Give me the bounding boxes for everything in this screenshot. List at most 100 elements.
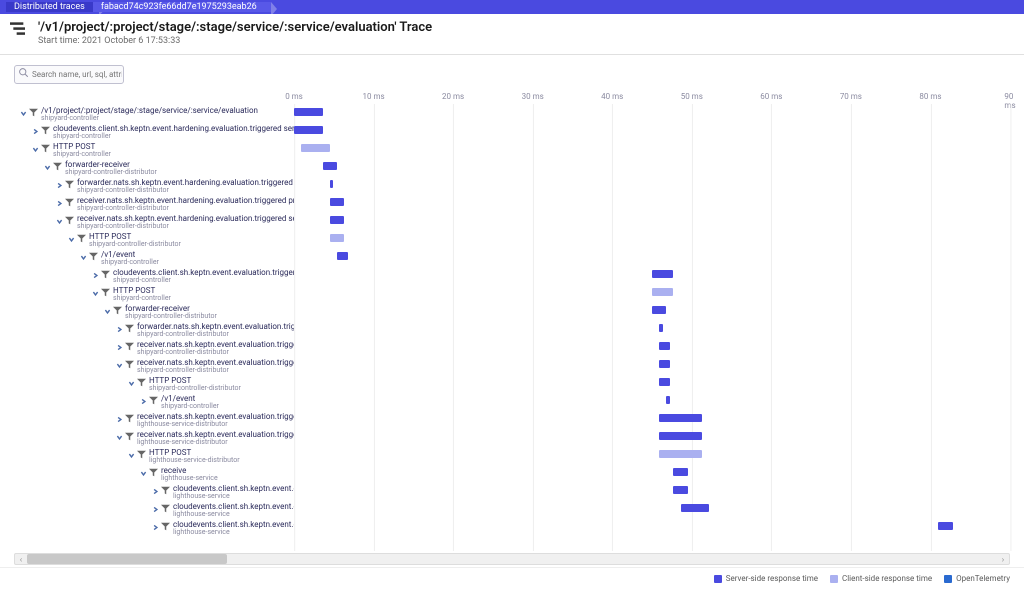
filter-icon[interactable] bbox=[161, 504, 170, 513]
timing-bar[interactable] bbox=[337, 252, 348, 260]
chevron-down-icon[interactable] bbox=[128, 451, 135, 458]
trace-row[interactable]: forwarder.nats.sh.keptn.event.hardening.… bbox=[14, 178, 294, 196]
chevron-down-icon[interactable] bbox=[104, 307, 111, 314]
timing-bar[interactable] bbox=[301, 144, 330, 152]
filter-icon[interactable] bbox=[137, 450, 146, 459]
timing-bar[interactable] bbox=[330, 180, 334, 188]
timing-bar[interactable] bbox=[659, 342, 670, 350]
timing-bar[interactable] bbox=[659, 432, 702, 440]
filter-icon[interactable] bbox=[137, 378, 146, 387]
trace-row[interactable]: HTTP POST lighthouse-service-distributor bbox=[14, 448, 294, 466]
timing-bar[interactable] bbox=[330, 198, 344, 206]
breadcrumb-root[interactable]: Distributed traces bbox=[6, 2, 99, 12]
trace-row[interactable]: cloudevents.client.sh.keptn.event.harden… bbox=[14, 124, 294, 142]
trace-row[interactable]: forwarder-receiver shipyard-controller-d… bbox=[14, 304, 294, 322]
filter-icon[interactable] bbox=[101, 288, 110, 297]
filter-icon[interactable] bbox=[161, 522, 170, 531]
filter-icon[interactable] bbox=[29, 108, 38, 117]
timing-bar[interactable] bbox=[659, 414, 702, 422]
timing-bar[interactable] bbox=[294, 126, 323, 134]
timing-bar[interactable] bbox=[666, 396, 670, 404]
chevron-down-icon[interactable] bbox=[44, 163, 51, 170]
chevron-down-icon[interactable] bbox=[116, 433, 123, 440]
filter-icon[interactable] bbox=[113, 306, 122, 315]
chevron-down-icon[interactable] bbox=[56, 217, 63, 224]
chevron-down-icon[interactable] bbox=[116, 343, 123, 350]
filter-icon[interactable] bbox=[125, 342, 134, 351]
timing-bar[interactable] bbox=[938, 522, 952, 530]
filter-icon[interactable] bbox=[65, 198, 74, 207]
trace-row[interactable]: receive lighthouse-service bbox=[14, 466, 294, 484]
trace-row[interactable]: cloudevents.client.sh.keptn.event.evalua… bbox=[14, 484, 294, 502]
chevron-down-icon[interactable] bbox=[32, 145, 39, 152]
trace-row[interactable]: cloudevents.client.sh.keptn.event.get-sl… bbox=[14, 520, 294, 538]
chevron-down-icon[interactable] bbox=[152, 487, 159, 494]
chevron-down-icon[interactable] bbox=[140, 469, 147, 476]
timing-bar[interactable] bbox=[652, 270, 673, 278]
trace-row[interactable]: receiver.nats.sh.keptn.event.evaluation.… bbox=[14, 412, 294, 430]
filter-icon[interactable] bbox=[125, 324, 134, 333]
trace-row[interactable]: HTTP POST shipyard-controller-distributo… bbox=[14, 232, 294, 250]
chevron-down-icon[interactable] bbox=[32, 127, 39, 134]
filter-icon[interactable] bbox=[101, 270, 110, 279]
timing-bar[interactable] bbox=[330, 234, 344, 242]
chevron-down-icon[interactable] bbox=[116, 325, 123, 332]
trace-row[interactable]: cloudevents.client.sh.keptn.event.evalua… bbox=[14, 502, 294, 520]
search-input[interactable] bbox=[32, 70, 122, 79]
trace-row[interactable]: receiver.nats.sh.keptn.event.hardening.e… bbox=[14, 196, 294, 214]
filter-icon[interactable] bbox=[65, 216, 74, 225]
filter-icon[interactable] bbox=[41, 126, 50, 135]
chevron-down-icon[interactable] bbox=[128, 379, 135, 386]
chevron-down-icon[interactable] bbox=[116, 361, 123, 368]
trace-row[interactable]: /v1/event shipyard-controller bbox=[14, 394, 294, 412]
chevron-down-icon[interactable] bbox=[68, 235, 75, 242]
trace-row[interactable]: /v1/event shipyard-controller bbox=[14, 250, 294, 268]
filter-icon[interactable] bbox=[65, 180, 74, 189]
chevron-down-icon[interactable] bbox=[80, 253, 87, 260]
filter-icon[interactable] bbox=[89, 252, 98, 261]
filter-icon[interactable] bbox=[41, 144, 50, 153]
timing-bar[interactable] bbox=[659, 450, 702, 458]
timing-bar[interactable] bbox=[681, 504, 710, 512]
trace-row[interactable]: receiver.nats.sh.keptn.event.hardening.e… bbox=[14, 214, 294, 232]
filter-icon[interactable] bbox=[125, 360, 134, 369]
timing-bar[interactable] bbox=[673, 486, 687, 494]
trace-row[interactable]: forwarder.nats.sh.keptn.event.evaluation… bbox=[14, 322, 294, 340]
timing-bar[interactable] bbox=[652, 288, 673, 296]
trace-row[interactable]: HTTP POST shipyard-controller-distributo… bbox=[14, 376, 294, 394]
timing-bar[interactable] bbox=[659, 324, 663, 332]
trace-row[interactable]: receiver.nats.sh.keptn.event.evaluation.… bbox=[14, 358, 294, 376]
filter-icon[interactable] bbox=[149, 468, 158, 477]
chevron-down-icon[interactable] bbox=[92, 271, 99, 278]
filter-icon[interactable] bbox=[161, 486, 170, 495]
chevron-down-icon[interactable] bbox=[56, 181, 63, 188]
chevron-down-icon[interactable] bbox=[92, 289, 99, 296]
trace-row[interactable]: cloudevents.client.sh.keptn.event.evalua… bbox=[14, 268, 294, 286]
timing-bar[interactable] bbox=[659, 378, 670, 386]
filter-icon[interactable] bbox=[125, 414, 134, 423]
breadcrumb-trace-id[interactable]: fabacd74c923fe66dd7e1975293eab26 bbox=[93, 2, 271, 12]
chevron-down-icon[interactable] bbox=[140, 397, 147, 404]
filter-icon[interactable] bbox=[149, 396, 158, 405]
chevron-down-icon[interactable] bbox=[56, 199, 63, 206]
search-input-wrapper[interactable] bbox=[14, 65, 124, 84]
trace-row[interactable]: HTTP POST shipyard-controller bbox=[14, 142, 294, 160]
chevron-down-icon[interactable] bbox=[152, 523, 159, 530]
filter-icon[interactable] bbox=[125, 432, 134, 441]
timing-bar[interactable] bbox=[323, 162, 337, 170]
trace-row[interactable]: receiver.nats.sh.keptn.event.evaluation.… bbox=[14, 340, 294, 358]
timing-bar[interactable] bbox=[652, 306, 666, 314]
trace-row[interactable]: HTTP POST shipyard-controller bbox=[14, 286, 294, 304]
timing-bar[interactable] bbox=[294, 108, 323, 116]
timing-bar[interactable] bbox=[330, 216, 344, 224]
chevron-down-icon[interactable] bbox=[116, 415, 123, 422]
timing-bar[interactable] bbox=[673, 468, 687, 476]
timing-bar[interactable] bbox=[659, 360, 670, 368]
trace-row[interactable]: receiver.nats.sh.keptn.event.evaluation.… bbox=[14, 430, 294, 448]
trace-row[interactable]: forwarder-receiver shipyard-controller-d… bbox=[14, 160, 294, 178]
trace-row[interactable]: /v1/project/:project/stage/:stage/servic… bbox=[14, 106, 294, 124]
chevron-down-icon[interactable] bbox=[20, 109, 27, 116]
chevron-down-icon[interactable] bbox=[152, 505, 159, 512]
horizontal-scrollbar[interactable]: ‹ › bbox=[14, 553, 1010, 565]
filter-icon[interactable] bbox=[77, 234, 86, 243]
